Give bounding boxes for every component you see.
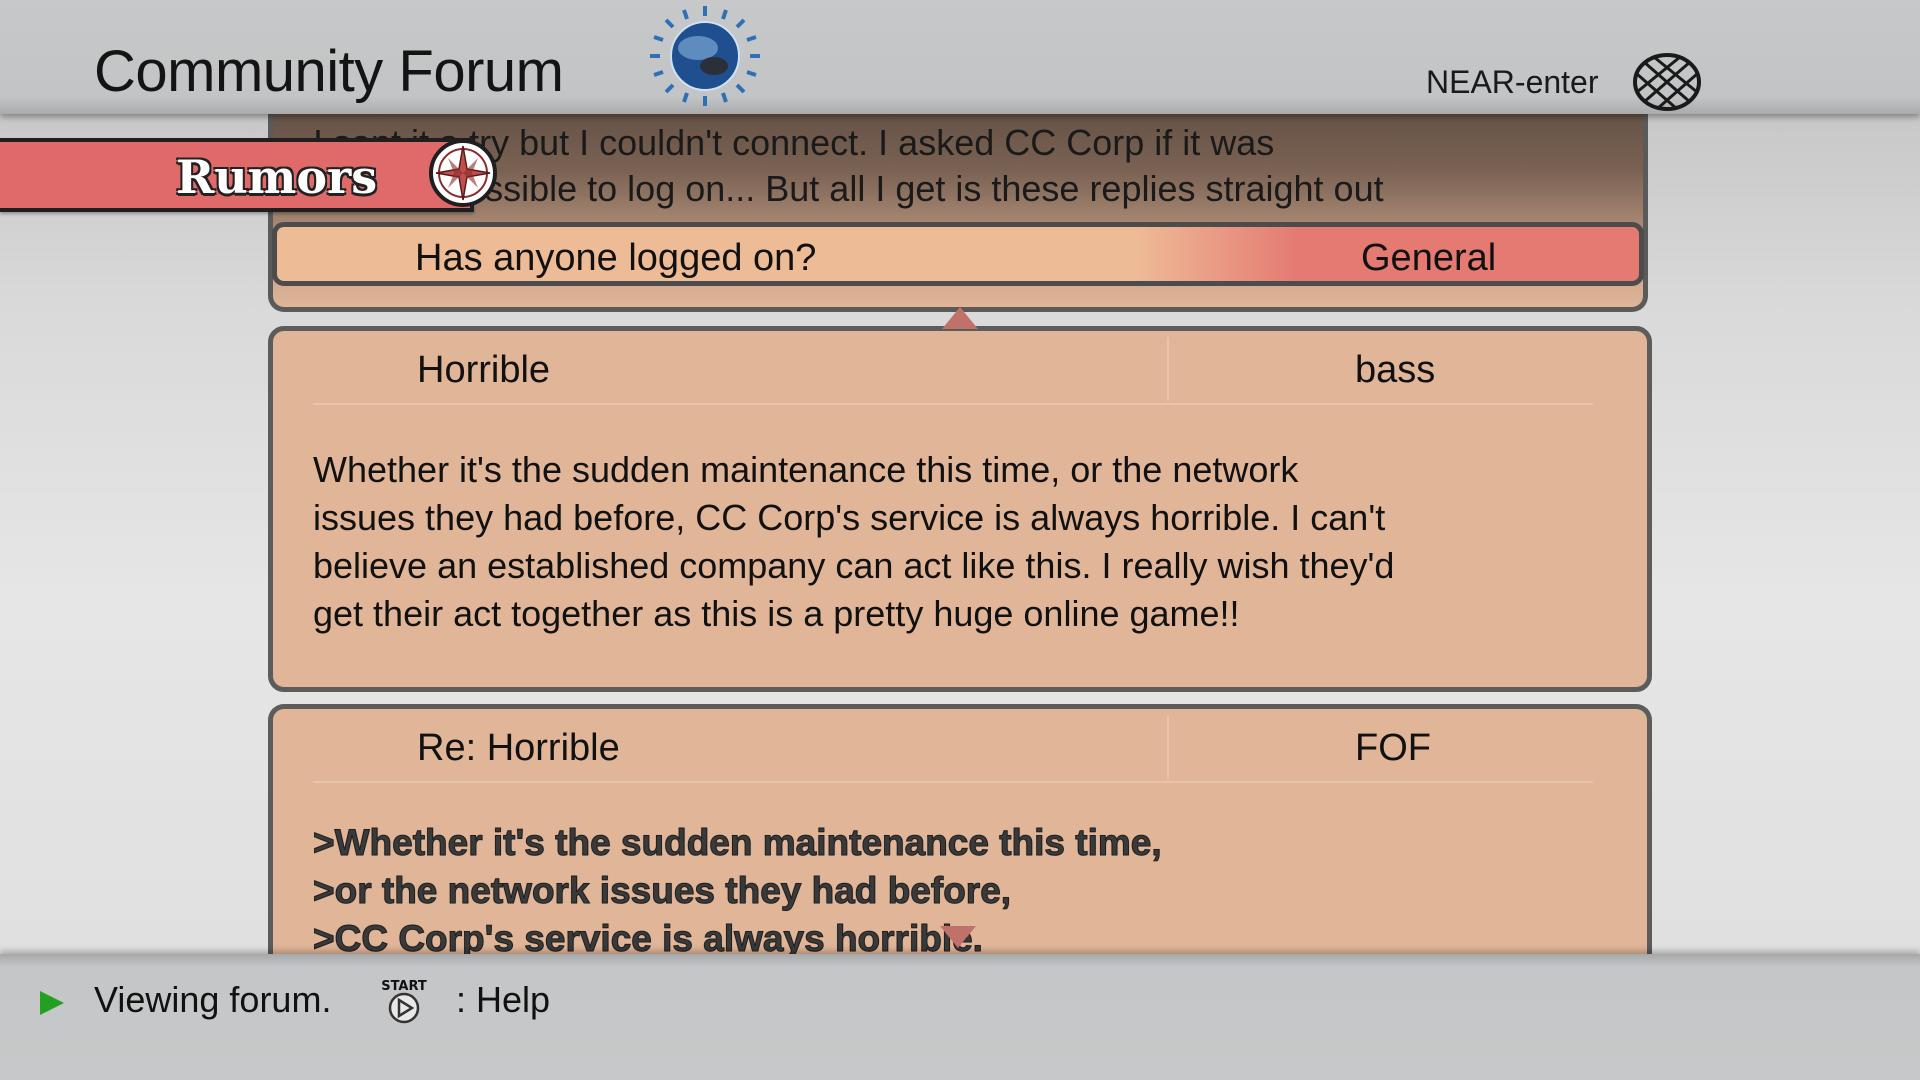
header-divider (1167, 715, 1169, 779)
help-label: : Help (456, 979, 551, 1020)
post-body-line: get their act together as this is a pret… (313, 593, 1240, 634)
post-quote: >Whether it's the sudden maintenance thi… (313, 819, 1163, 963)
thread-row[interactable]: Has anyone logged on? General (272, 222, 1644, 286)
post-body-line: Whether it's the sudden maintenance this… (313, 449, 1299, 490)
scroll-down-arrow-icon[interactable] (938, 924, 978, 950)
header-divider (1167, 337, 1169, 401)
forum-post[interactable]: Horrible bass Whether it's the sudden ma… (268, 326, 1652, 692)
quote-line: >or the network issues they had before, (313, 870, 1012, 912)
post-author: bass (1355, 349, 1436, 391)
status-bar: Viewing forum. START : Help (0, 954, 1920, 1080)
header-divider (313, 781, 1593, 783)
compass-icon (429, 139, 497, 207)
post-body-line: believe an established company can act l… (313, 545, 1395, 586)
page-title: Community Forum (94, 39, 564, 104)
user-name: NEAR-enter (1426, 64, 1599, 100)
post-title: Horrible (417, 349, 551, 391)
header-divider (313, 403, 1593, 405)
start-button-icon: START (381, 979, 427, 1024)
scroll-up-arrow-icon[interactable] (940, 305, 980, 331)
category-banner: Rumors (0, 138, 474, 212)
post-header: Horrible bass (273, 331, 1647, 405)
post-author: FOF (1355, 727, 1431, 769)
category-label: Rumors (176, 150, 378, 204)
header-bar: Community Forum NEAR-enter (0, 0, 1920, 114)
play-arrow-icon (40, 991, 64, 1015)
post-body-line: issues they had before, CC Corp's servic… (313, 497, 1386, 538)
quote-line: >Whether it's the sudden maintenance thi… (313, 822, 1163, 864)
thread-title: Has anyone logged on? (415, 237, 817, 279)
start-button-label: START (381, 979, 427, 994)
post-header: Re: Horrible FOF (273, 709, 1647, 783)
post-body: Whether it's the sudden maintenance this… (313, 446, 1394, 638)
globe-logo-icon (650, 6, 760, 106)
post-title: Re: Horrible (417, 727, 620, 769)
thread-category-tag: General (1361, 237, 1497, 279)
wireframe-globe-icon (1633, 53, 1701, 111)
status-text: Viewing forum. (94, 979, 332, 1020)
